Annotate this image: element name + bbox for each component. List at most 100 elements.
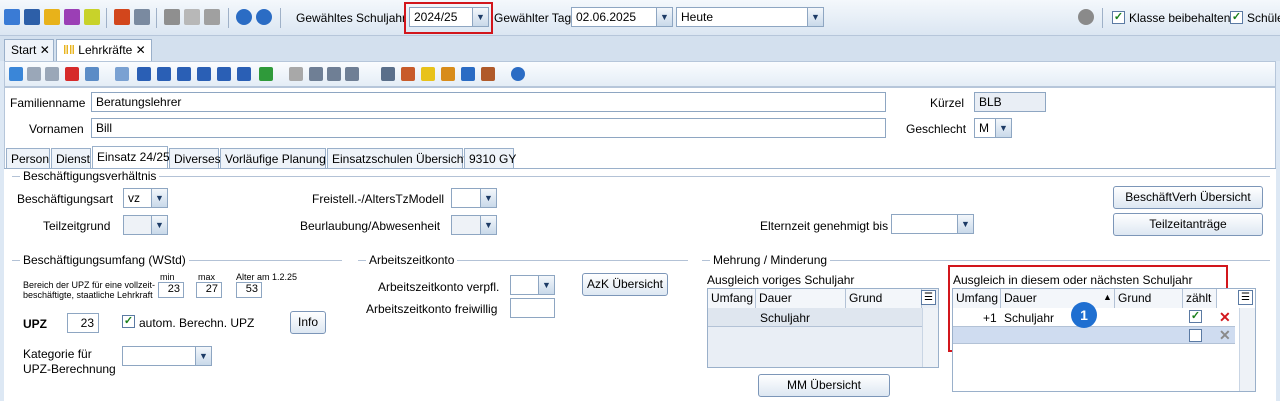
book-icon[interactable] bbox=[114, 9, 130, 25]
chevron-down-icon[interactable]: ▼ bbox=[538, 276, 554, 294]
chevron-down-icon[interactable]: ▼ bbox=[195, 347, 211, 365]
subtab-einsatzschulen[interactable]: Einsatzschulen Übersicht bbox=[327, 148, 467, 169]
col-zaehlt[interactable]: zählt bbox=[1183, 289, 1217, 308]
chevron-down-icon[interactable]: ▼ bbox=[807, 8, 823, 26]
upz-field[interactable]: 23 bbox=[67, 313, 99, 333]
form-icon[interactable] bbox=[85, 67, 99, 81]
teilzeitantraege-button[interactable]: Teilzeitanträge bbox=[1113, 213, 1263, 236]
schuljahr-select[interactable]: 2024/25 ▼ bbox=[409, 7, 489, 27]
subtab-einsatz[interactable]: Einsatz 24/25 bbox=[92, 146, 170, 169]
table-row[interactable]: ✕ bbox=[953, 327, 1235, 344]
print-icon[interactable] bbox=[381, 67, 395, 81]
chevron-down-icon[interactable]: ▼ bbox=[480, 189, 496, 207]
subtab-9310-gy[interactable]: 9310 GY bbox=[464, 148, 516, 169]
chevron-down-icon[interactable]: ▼ bbox=[957, 215, 973, 233]
freiwillig-field[interactable] bbox=[510, 298, 555, 318]
col-grund[interactable]: Grund bbox=[846, 289, 922, 308]
first-icon[interactable] bbox=[137, 67, 151, 81]
prev-icon[interactable] bbox=[177, 67, 191, 81]
klasse-checkbox[interactable]: ✓ bbox=[1112, 11, 1125, 24]
paste-icon[interactable] bbox=[345, 67, 359, 81]
tab-start[interactable]: Start ✕ bbox=[4, 39, 54, 61]
heute-select[interactable]: Heute ▼ bbox=[676, 7, 824, 27]
art-select[interactable]: vz ▼ bbox=[123, 188, 168, 208]
new-icon[interactable] bbox=[9, 67, 23, 81]
chevron-down-icon[interactable]: ▼ bbox=[656, 8, 672, 26]
chevron-down-icon[interactable]: ▼ bbox=[151, 189, 167, 207]
table-row[interactable]: Schuljahr bbox=[708, 308, 922, 327]
familienname-field[interactable]: Beratungslehrer bbox=[91, 92, 886, 112]
class-icon[interactable] bbox=[24, 9, 40, 25]
tag-field[interactable]: 02.06.2025 ▼ bbox=[571, 7, 673, 27]
next-icon[interactable] bbox=[197, 67, 211, 81]
zaehlt-checkbox[interactable] bbox=[1189, 329, 1202, 342]
save-icon[interactable] bbox=[27, 67, 41, 81]
geschlecht-select[interactable]: M ▼ bbox=[974, 118, 1012, 138]
verpfl-select[interactable]: ▼ bbox=[510, 275, 555, 295]
delete-icon[interactable] bbox=[65, 67, 79, 81]
col-dauer[interactable]: Dauer bbox=[1001, 289, 1115, 308]
chevron-down-icon[interactable]: ▼ bbox=[151, 216, 167, 234]
zaehlt-checkbox[interactable]: ✓ bbox=[1189, 310, 1202, 323]
subjects-icon[interactable] bbox=[64, 9, 80, 25]
chevron-down-icon[interactable]: ▼ bbox=[480, 216, 496, 234]
help-icon[interactable] bbox=[511, 67, 525, 81]
delete-row-icon[interactable]: ✕ bbox=[1219, 309, 1231, 326]
autom-checkbox[interactable]: ✓ bbox=[122, 315, 135, 328]
help-icon[interactable] bbox=[256, 9, 272, 25]
refresh-icon[interactable] bbox=[259, 67, 273, 81]
vornamen-field[interactable]: Bill bbox=[91, 118, 886, 138]
beschaeftverh-uebersicht-button[interactable]: BeschäftVerh Übersicht bbox=[1113, 186, 1263, 209]
teachers-icon[interactable] bbox=[44, 9, 60, 25]
col-dauer[interactable]: Dauer bbox=[756, 289, 846, 308]
person-card-icon[interactable] bbox=[481, 67, 495, 81]
azk-uebersicht-button[interactable]: AzK Übersicht bbox=[582, 273, 668, 296]
voriges-grid[interactable]: Umfang Dauer Grund ☰ Schuljahr bbox=[707, 288, 939, 368]
calculator-icon[interactable] bbox=[134, 9, 150, 25]
broom-icon[interactable] bbox=[441, 67, 455, 81]
freistell-select[interactable]: ▼ bbox=[451, 188, 497, 208]
beurlaubung-select[interactable]: ▼ bbox=[451, 215, 497, 235]
col-umfang[interactable]: Umfang bbox=[953, 289, 1001, 308]
kategorie-select[interactable]: ▼ bbox=[122, 346, 212, 366]
bulb-icon[interactable] bbox=[421, 67, 435, 81]
layers-icon[interactable] bbox=[164, 9, 180, 25]
col-grund[interactable]: Grund bbox=[1115, 289, 1183, 308]
info-icon[interactable] bbox=[236, 9, 252, 25]
arrow-left-icon[interactable] bbox=[289, 67, 303, 81]
list-icon[interactable] bbox=[115, 67, 129, 81]
info-button[interactable]: Info bbox=[290, 311, 326, 334]
mm-uebersicht-button[interactable]: MM Übersicht bbox=[758, 374, 890, 397]
column-chooser-icon[interactable]: ☰ bbox=[1238, 290, 1253, 305]
teilzeit-select[interactable]: ▼ bbox=[123, 215, 168, 235]
subtab-diverses[interactable]: Diverses bbox=[169, 148, 221, 169]
close-icon[interactable]: ✕ bbox=[136, 43, 146, 57]
export-icon[interactable] bbox=[184, 9, 200, 25]
org-chart-icon[interactable] bbox=[4, 9, 20, 25]
elternzeit-select[interactable]: ▼ bbox=[891, 214, 974, 234]
preview-icon[interactable] bbox=[401, 67, 415, 81]
subtab-vorlaeufige-planung[interactable]: Vorläufige Planung bbox=[220, 148, 326, 169]
notes-icon[interactable] bbox=[84, 9, 100, 25]
last-icon[interactable] bbox=[237, 67, 251, 81]
undo-icon[interactable] bbox=[45, 67, 59, 81]
col-umfang[interactable]: Umfang bbox=[708, 289, 756, 308]
schueler-checkbox[interactable]: ✓ bbox=[1230, 11, 1243, 24]
chevron-down-icon[interactable]: ▼ bbox=[472, 8, 488, 26]
subtab-dienst[interactable]: Dienst bbox=[51, 148, 91, 169]
scrollbar[interactable] bbox=[922, 308, 938, 367]
diesem-grid[interactable]: Umfang Dauer ▲ Grund zählt ☰ +1 Schuljah… bbox=[952, 288, 1256, 392]
cloud-icon[interactable] bbox=[1078, 9, 1094, 25]
clock-icon[interactable] bbox=[461, 67, 475, 81]
prev-page-icon[interactable] bbox=[157, 67, 171, 81]
copy-icon[interactable] bbox=[327, 67, 341, 81]
scrollbar[interactable] bbox=[1239, 308, 1255, 391]
kuerzel-field[interactable]: BLB bbox=[974, 92, 1046, 112]
subtab-person[interactable]: Person bbox=[6, 148, 50, 169]
delete-row-icon[interactable]: ✕ bbox=[1219, 327, 1231, 344]
next-page-icon[interactable] bbox=[217, 67, 231, 81]
close-icon[interactable]: ✕ bbox=[40, 43, 50, 57]
chevron-down-icon[interactable]: ▼ bbox=[995, 119, 1011, 137]
column-chooser-icon[interactable]: ☰ bbox=[921, 290, 936, 305]
cut-icon[interactable] bbox=[309, 67, 323, 81]
